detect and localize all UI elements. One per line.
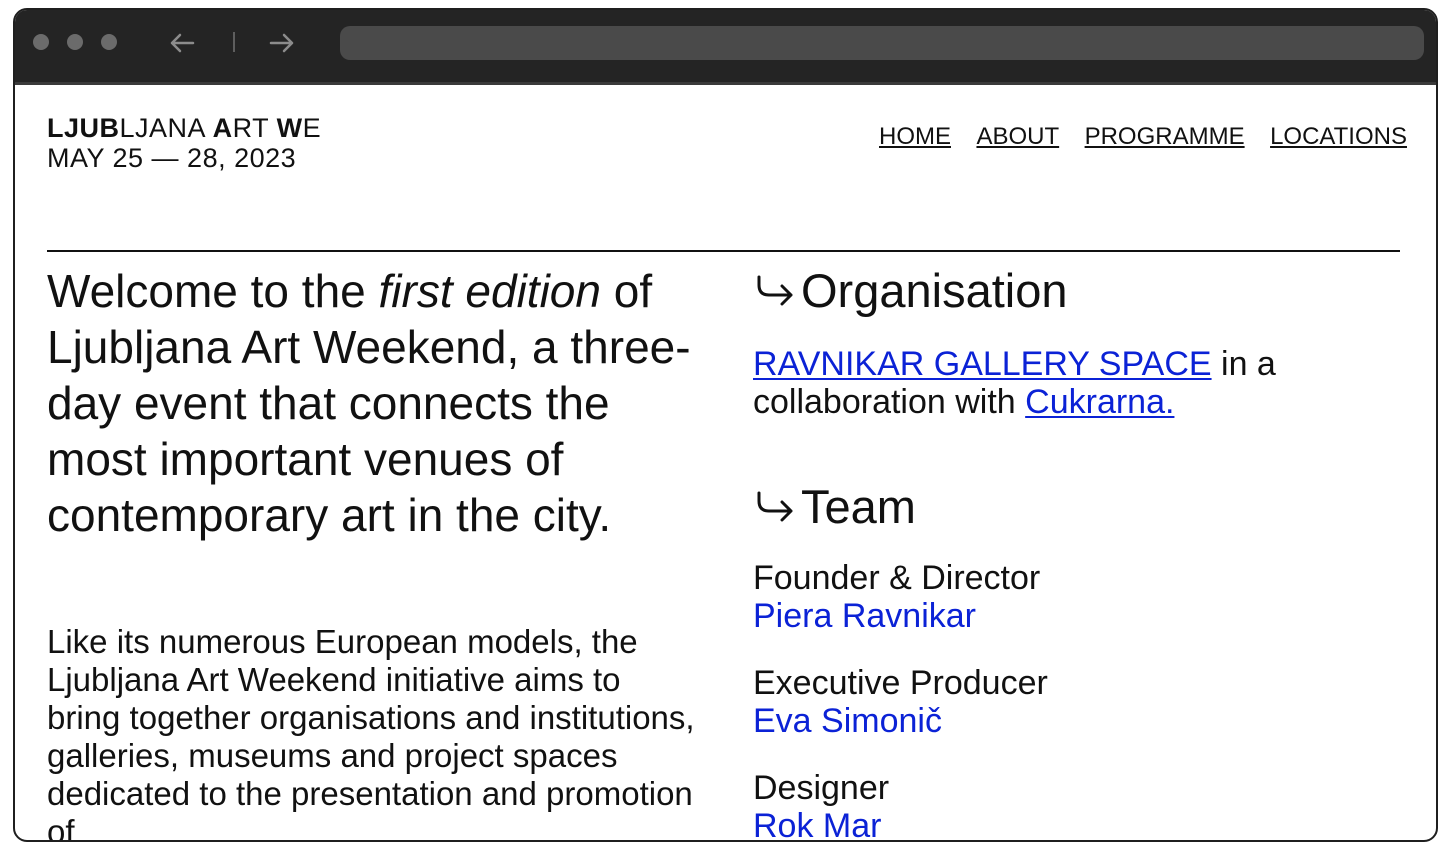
- team-member-name[interactable]: Rok Mar: [753, 807, 1393, 840]
- arrow-left-icon: [170, 33, 195, 53]
- logo-wordmark: LJUBLJANA ART WE: [47, 113, 321, 143]
- logo-part: LJANA: [119, 113, 213, 143]
- site-logo[interactable]: LJUBLJANA ART WE MAY 25 — 28, 2023: [47, 113, 321, 173]
- team-heading: Team: [753, 479, 1393, 535]
- organisation-heading: Organisation: [753, 263, 1393, 319]
- window-minimize-dot[interactable]: [67, 34, 83, 50]
- intro-text: Welcome to the: [47, 265, 379, 317]
- arrow-right-icon: [269, 33, 294, 53]
- section-title: Organisation: [801, 264, 1068, 317]
- nav-locations[interactable]: LOCATIONS: [1270, 123, 1407, 150]
- info-column: Organisation RAVNIKAR GALLERY SPACE in a…: [753, 263, 1393, 840]
- team-role: Designer: [753, 769, 890, 807]
- page-content: LJUBLJANA ART WE MAY 25 — 28, 2023 HOME …: [15, 83, 1436, 840]
- header-divider: [47, 250, 1400, 252]
- nav-home[interactable]: HOME: [879, 123, 951, 150]
- intro-emphasis: first edition: [378, 265, 601, 317]
- logo-part: RT: [232, 113, 277, 143]
- ravnikar-gallery-link[interactable]: RAVNIKAR GALLERY SPACE: [753, 345, 1212, 383]
- section-title: Team: [801, 480, 916, 533]
- browser-toolbar: [15, 10, 1436, 85]
- toolbar-divider: [233, 32, 235, 52]
- team-member: Designer Rok Mar: [753, 769, 1393, 840]
- back-button[interactable]: [165, 26, 199, 60]
- nav-programme[interactable]: PROGRAMME: [1085, 123, 1245, 150]
- team-member: Executive Producer Eva Simonič: [753, 664, 1393, 740]
- turn-right-arrow-icon: [757, 275, 793, 306]
- window-close-dot[interactable]: [33, 34, 49, 50]
- team-member-name[interactable]: Eva Simonič: [753, 702, 1393, 740]
- intro-heading: Welcome to the first edition of Ljubljan…: [47, 263, 697, 543]
- team-role: Executive Producer: [753, 664, 1048, 702]
- cukrarna-link[interactable]: Cukrarna.: [1025, 383, 1174, 421]
- main-nav: HOME ABOUT PROGRAMME LOCATIONS: [879, 123, 1407, 151]
- logo-part: LJUB: [47, 113, 120, 143]
- nav-about[interactable]: ABOUT: [976, 123, 1059, 150]
- logo-part: A: [212, 113, 233, 143]
- turn-right-arrow-icon: [757, 491, 793, 522]
- team-member: Founder & Director Piera Ravnikar: [753, 559, 1393, 635]
- window-maximize-dot[interactable]: [101, 34, 117, 50]
- intro-body: Like its numerous European models, the L…: [47, 623, 695, 840]
- browser-window: LJUBLJANA ART WE MAY 25 — 28, 2023 HOME …: [13, 8, 1438, 842]
- logo-part: W: [276, 113, 303, 143]
- team-member-name[interactable]: Piera Ravnikar: [753, 597, 1393, 635]
- event-dates: MAY 25 — 28, 2023: [47, 143, 297, 173]
- organisation-text: RAVNIKAR GALLERY SPACE in a collaboratio…: [753, 345, 1393, 421]
- address-bar[interactable]: [340, 26, 1424, 60]
- team-role: Founder & Director: [753, 559, 1041, 597]
- logo-part: E: [302, 113, 322, 143]
- forward-button[interactable]: [265, 26, 299, 60]
